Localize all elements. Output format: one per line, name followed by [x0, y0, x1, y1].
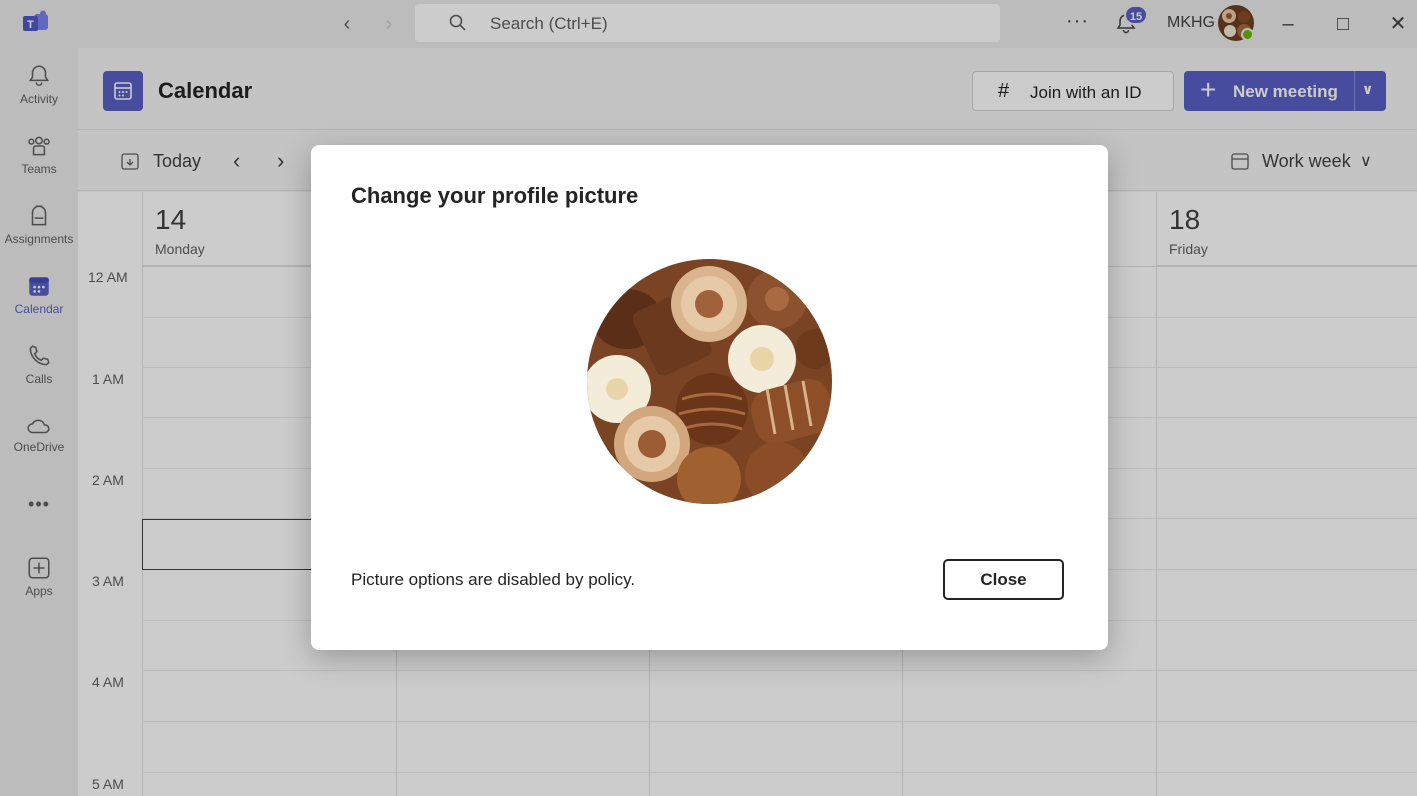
profile-picture: [587, 259, 832, 504]
dialog-title: Change your profile picture: [351, 183, 639, 208]
policy-message: Picture options are disabled by policy.: [351, 570, 636, 589]
change-profile-picture-dialog: Change your profile picture Picture opti…: [311, 145, 1108, 650]
close-button[interactable]: Close: [943, 559, 1064, 600]
profile-picture-image: [587, 259, 832, 504]
